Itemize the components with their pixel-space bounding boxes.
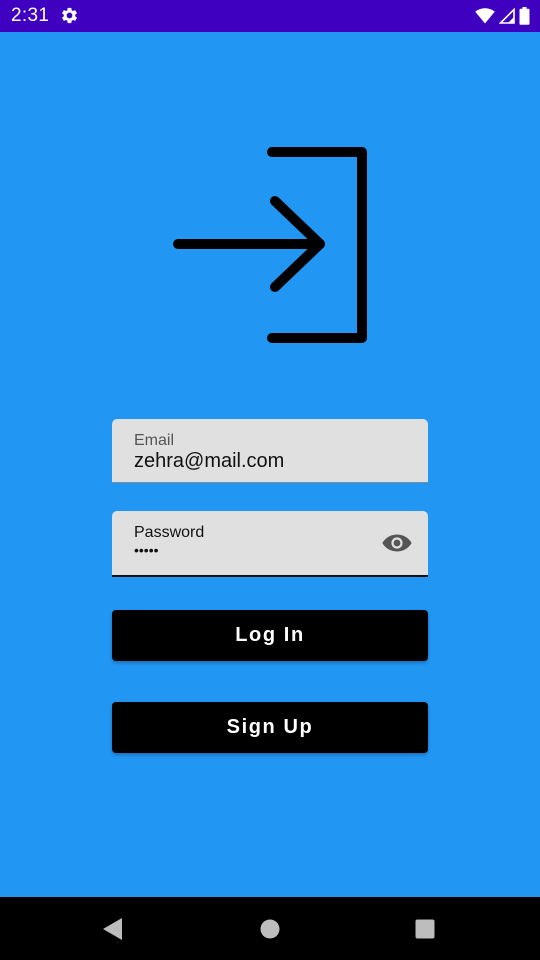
signup-button[interactable]: Sign Up xyxy=(112,702,428,753)
home-icon[interactable] xyxy=(255,914,285,944)
signal-icon xyxy=(499,8,515,24)
email-field[interactable]: Email zehra@mail.com xyxy=(112,419,428,483)
status-bar: 2:31 xyxy=(0,0,540,32)
login-icon xyxy=(173,147,367,343)
back-icon[interactable] xyxy=(98,914,128,944)
email-label: Email xyxy=(134,432,175,449)
email-input[interactable]: zehra@mail.com xyxy=(134,449,284,473)
eye-icon[interactable] xyxy=(382,531,412,555)
status-time: 2:31 xyxy=(11,5,50,26)
password-field[interactable]: Password ••••• xyxy=(112,511,428,577)
gear-icon xyxy=(62,7,77,24)
login-button[interactable]: Log In xyxy=(112,610,428,661)
wifi-icon xyxy=(475,8,495,24)
navigation-bar xyxy=(0,897,540,960)
status-icons xyxy=(475,6,530,26)
recents-icon[interactable] xyxy=(410,914,440,944)
password-input[interactable]: ••••• xyxy=(134,542,159,558)
login-screen: 2:31 Email zehra@mail.com Password •••••… xyxy=(0,0,540,960)
battery-icon xyxy=(519,7,530,25)
password-label: Password xyxy=(134,524,205,541)
